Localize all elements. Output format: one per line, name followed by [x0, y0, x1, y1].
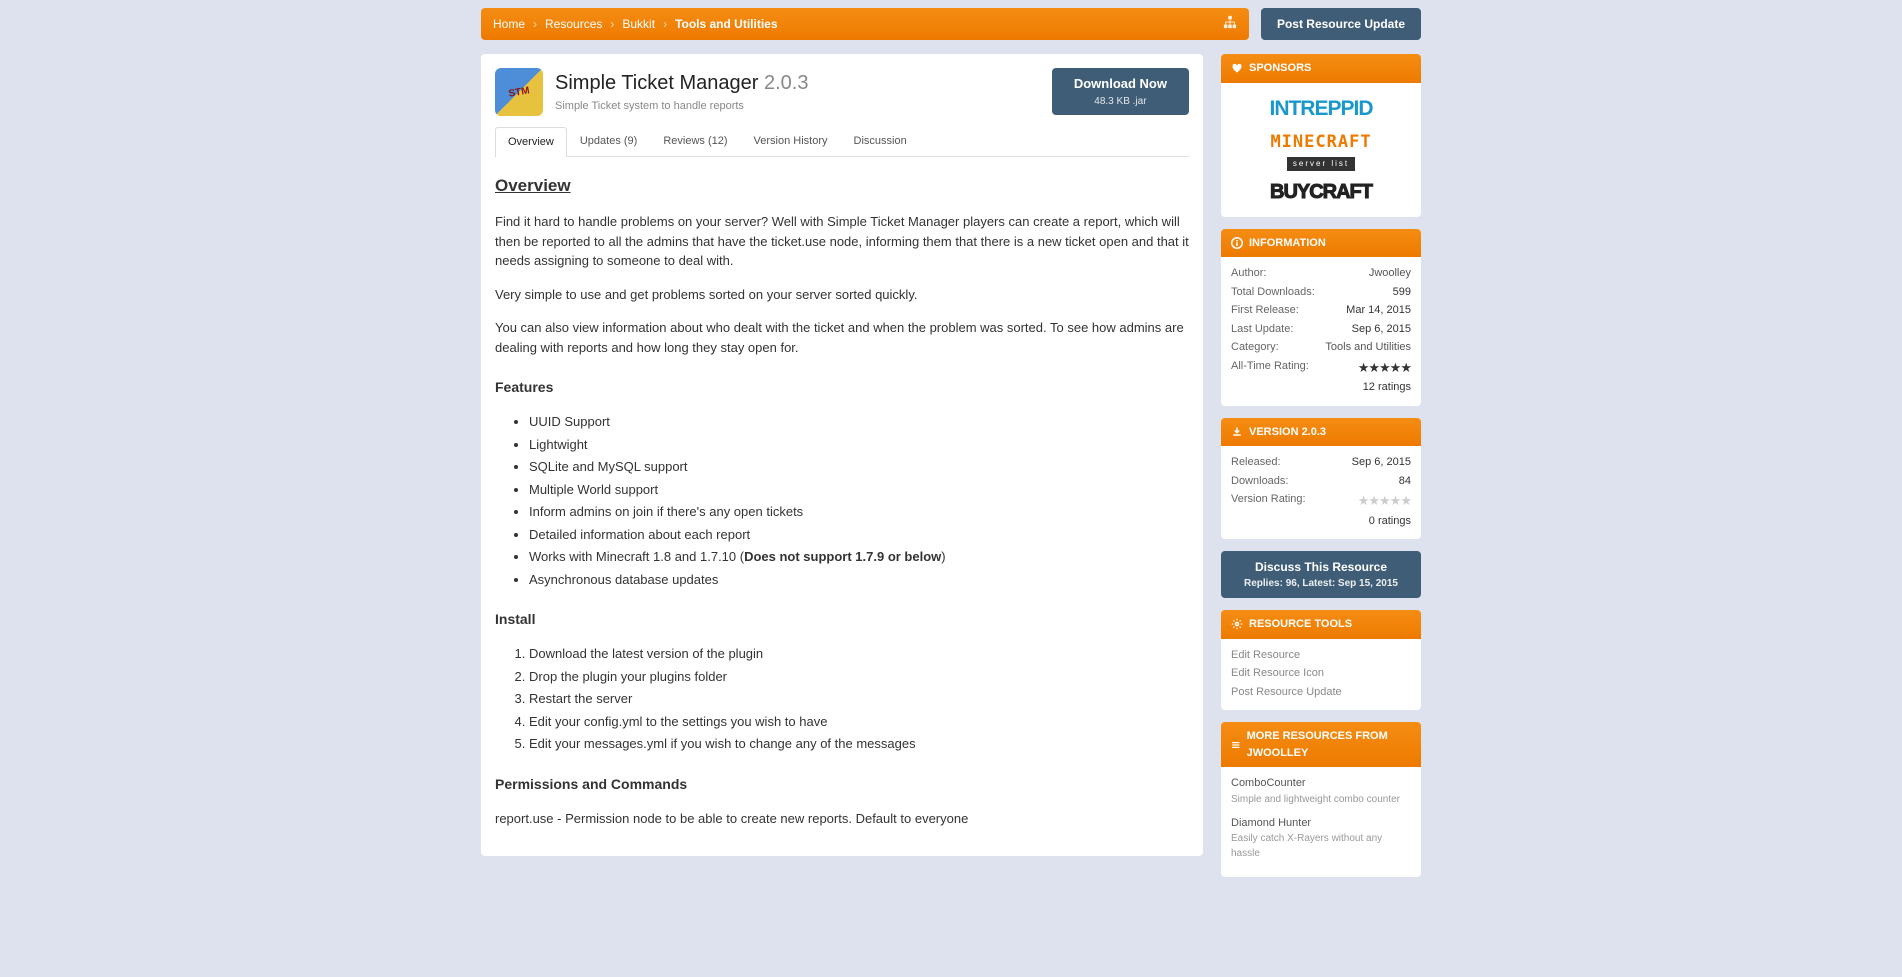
download-icon: [1231, 426, 1243, 438]
resource-icon: [495, 68, 543, 116]
permissions-heading: Permissions and Commands: [495, 774, 1189, 795]
cog-icon: [1231, 618, 1243, 630]
sponsor-buycraft[interactable]: BUYCRAFT: [1270, 177, 1372, 207]
crumb-current: Tools and Utilities: [675, 15, 777, 33]
resource-link[interactable]: Diamond Hunter Easily catch X-Rayers wit…: [1231, 815, 1411, 862]
tab-updates[interactable]: Updates (9): [567, 126, 650, 156]
version-header: VERSION 2.0.3: [1221, 418, 1421, 447]
info-icon: [1231, 237, 1243, 249]
sitemap-icon[interactable]: [1223, 15, 1237, 34]
tab-reviews[interactable]: Reviews (12): [650, 126, 740, 156]
post-update-link[interactable]: Post Resource Update: [1231, 684, 1411, 701]
resource-title: Simple Ticket Manager 2.0.3: [555, 68, 1040, 98]
resource-tagline: Simple Ticket system to handle reports: [555, 98, 1040, 115]
more-resources-header: MORE RESOURCES FROM JWOOLLEY: [1221, 722, 1421, 767]
tabs: Overview Updates (9) Reviews (12) Versio…: [495, 126, 1189, 157]
edit-resource-link[interactable]: Edit Resource: [1231, 647, 1411, 664]
version-stars: ★★★★★: [1358, 491, 1411, 511]
heart-icon: [1231, 62, 1243, 74]
resource-link[interactable]: ComboCounter Simple and lightweight comb…: [1231, 775, 1411, 807]
tab-overview[interactable]: Overview: [495, 127, 567, 157]
crumb-resources[interactable]: Resources: [545, 15, 602, 33]
install-heading: Install: [495, 609, 1189, 630]
information-header: INFORMATION: [1221, 229, 1421, 258]
sponsors-header: SPONSORS: [1221, 54, 1421, 83]
breadcrumb: Home› Resources› Bukkit› Tools and Utili…: [481, 8, 1249, 40]
category-link[interactable]: Tools and Utilities: [1325, 341, 1411, 353]
edit-icon-link[interactable]: Edit Resource Icon: [1231, 665, 1411, 682]
resource-version: 2.0.3: [764, 72, 808, 94]
features-heading: Features: [495, 377, 1189, 398]
post-resource-update-button[interactable]: Post Resource Update: [1261, 8, 1421, 40]
intro-p2: Very simple to use and get problems sort…: [495, 285, 1189, 305]
discuss-button[interactable]: Discuss This Resource Replies: 96, Lates…: [1221, 551, 1421, 598]
features-list: UUID Support Lightwight SQLite and MySQL…: [529, 412, 1189, 589]
sponsor-intreppid[interactable]: INTREPPID: [1269, 93, 1372, 125]
overview-heading: Overview: [495, 173, 1189, 199]
permission-line: report.use - Permission node to be able …: [495, 809, 1189, 829]
author-link[interactable]: Jwoolley: [1369, 267, 1411, 279]
crumb-home[interactable]: Home: [493, 15, 525, 33]
intro-p3: You can also view information about who …: [495, 318, 1189, 357]
download-button[interactable]: Download Now 48.3 KB .jar: [1052, 68, 1189, 115]
install-list: Download the latest version of the plugi…: [529, 644, 1189, 754]
sponsor-mcsl[interactable]: MINECRAFTserver list: [1270, 130, 1371, 171]
intro-p1: Find it hard to handle problems on your …: [495, 212, 1189, 271]
crumb-bukkit[interactable]: Bukkit: [622, 15, 655, 33]
list-icon: [1231, 739, 1241, 751]
tools-header: RESOURCE TOOLS: [1221, 610, 1421, 639]
rating-stars: ★★★★★: [1358, 358, 1411, 378]
tab-discussion[interactable]: Discussion: [841, 126, 920, 156]
tab-version-history[interactable]: Version History: [741, 126, 841, 156]
